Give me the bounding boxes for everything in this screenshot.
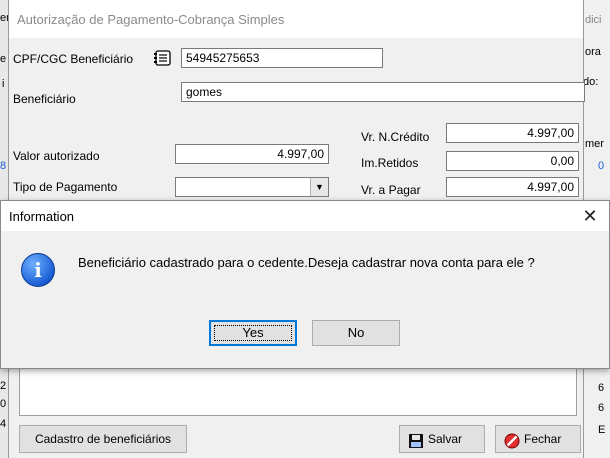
bg-label: do: <box>583 76 599 88</box>
yes-focus-ring <box>214 325 292 341</box>
bg-label: E <box>598 424 606 436</box>
form-titlebar: Autorização de Pagamento-Cobrança Simple… <box>9 0 583 38</box>
im-retidos-label: Im.Retidos <box>361 156 419 170</box>
bg-label: 0 <box>0 398 7 410</box>
bg-label: 2 <box>0 380 7 392</box>
vr-pagar-label: Vr. a Pagar <box>361 183 421 197</box>
cpf-input[interactable]: 54945275653 <box>181 48 383 68</box>
bg-label: mer <box>585 138 604 150</box>
no-label: No <box>347 325 365 340</box>
information-dialog: Information ✕ i Beneficiário cadastrado … <box>0 200 610 369</box>
bg-label: ora <box>585 46 601 58</box>
dialog-titlebar: Information ✕ <box>1 201 609 231</box>
vr-pagar-field: 4.997,00 <box>446 177 579 197</box>
vr-ncredito-field: 4.997,00 <box>446 123 579 143</box>
salvar-button[interactable]: Salvar <box>399 425 485 453</box>
salvar-label: Salvar <box>428 432 463 446</box>
bg-label: 0 <box>598 160 605 172</box>
bg-label: er <box>0 12 8 24</box>
bg-label: 6 <box>598 402 605 414</box>
bg-label: 4 <box>0 418 7 430</box>
cadastro-beneficiarios-button[interactable]: Cadastro de beneficiários <box>19 425 187 453</box>
address-book-icon[interactable] <box>153 48 173 68</box>
valor-autorizado-label: Valor autorizado <box>13 149 100 163</box>
bg-label: 6 <box>598 382 605 394</box>
floppy-disk-icon <box>408 432 424 448</box>
fechar-button[interactable]: Fechar <box>495 425 581 453</box>
chevron-down-icon[interactable]: ▼ <box>310 178 328 196</box>
cadastro-beneficiarios-label: Cadastro de beneficiários <box>34 432 172 446</box>
yes-button[interactable]: Yes <box>209 320 297 346</box>
vr-ncredito-label: Vr. N.Crédito <box>361 130 430 144</box>
close-icon[interactable]: ✕ <box>579 205 601 227</box>
bg-label: dici <box>585 14 602 26</box>
information-icon-glyph: i <box>34 258 42 282</box>
bg-label: e <box>0 53 7 65</box>
im-retidos-field: 0,00 <box>446 151 579 171</box>
beneficiario-label: Beneficiário <box>13 92 76 106</box>
no-button[interactable]: No <box>312 320 400 346</box>
form-title: Autorização de Pagamento-Cobrança Simple… <box>17 12 285 27</box>
beneficiary-list-panel[interactable] <box>19 362 577 416</box>
dialog-title: Information <box>9 209 75 224</box>
tipo-pagamento-label: Tipo de Pagamento <box>13 180 118 194</box>
fechar-label: Fechar <box>524 432 562 446</box>
information-icon: i <box>21 253 55 287</box>
bg-label: 8 <box>0 160 7 172</box>
tipo-pagamento-select[interactable]: ▼ <box>175 177 329 197</box>
valor-autorizado-input[interactable]: 4.997,00 <box>175 144 329 164</box>
beneficiario-input[interactable]: gomes <box>181 82 585 102</box>
dialog-message: Beneficiário cadastrado para o cedente.D… <box>78 255 535 270</box>
cpf-label: CPF/CGC Beneficiário <box>13 52 134 66</box>
no-entry-icon <box>504 432 520 449</box>
